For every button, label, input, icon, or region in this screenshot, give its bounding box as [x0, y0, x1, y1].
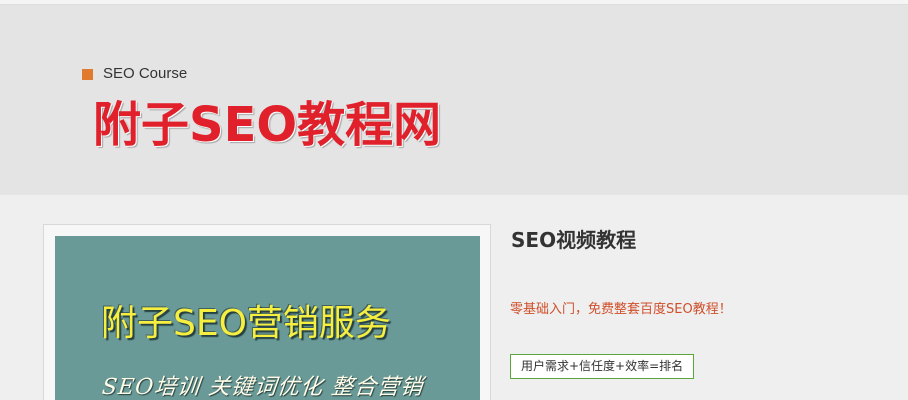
course-label: SEO Course — [103, 65, 188, 82]
square-bullet-icon — [82, 68, 93, 80]
course-description: 零基础入门，免费整套百度SEO教程！ — [510, 302, 732, 317]
seo-course-page: SEO Course 附子SEO教程网 附子SEO营销服务 SEO培训 关键词优… — [0, 0, 908, 400]
seo-service-banner[interactable]: 附子SEO营销服务 SEO培训 关键词优化 整合营销 — [55, 236, 480, 400]
banner-heading: 附子SEO营销服务 — [101, 303, 391, 344]
banner-subline: SEO培训 关键词优化 整合营销 — [100, 375, 425, 400]
site-header: SEO Course 附子SEO教程网 — [0, 4, 908, 195]
ranking-formula-badge: 用户需求+信任度+效率=排名 — [510, 354, 695, 379]
course-tag: SEO Course — [82, 66, 187, 82]
course-title[interactable]: SEO视频教程 — [511, 225, 636, 255]
site-logo-title[interactable]: 附子SEO教程网 — [93, 91, 483, 159]
